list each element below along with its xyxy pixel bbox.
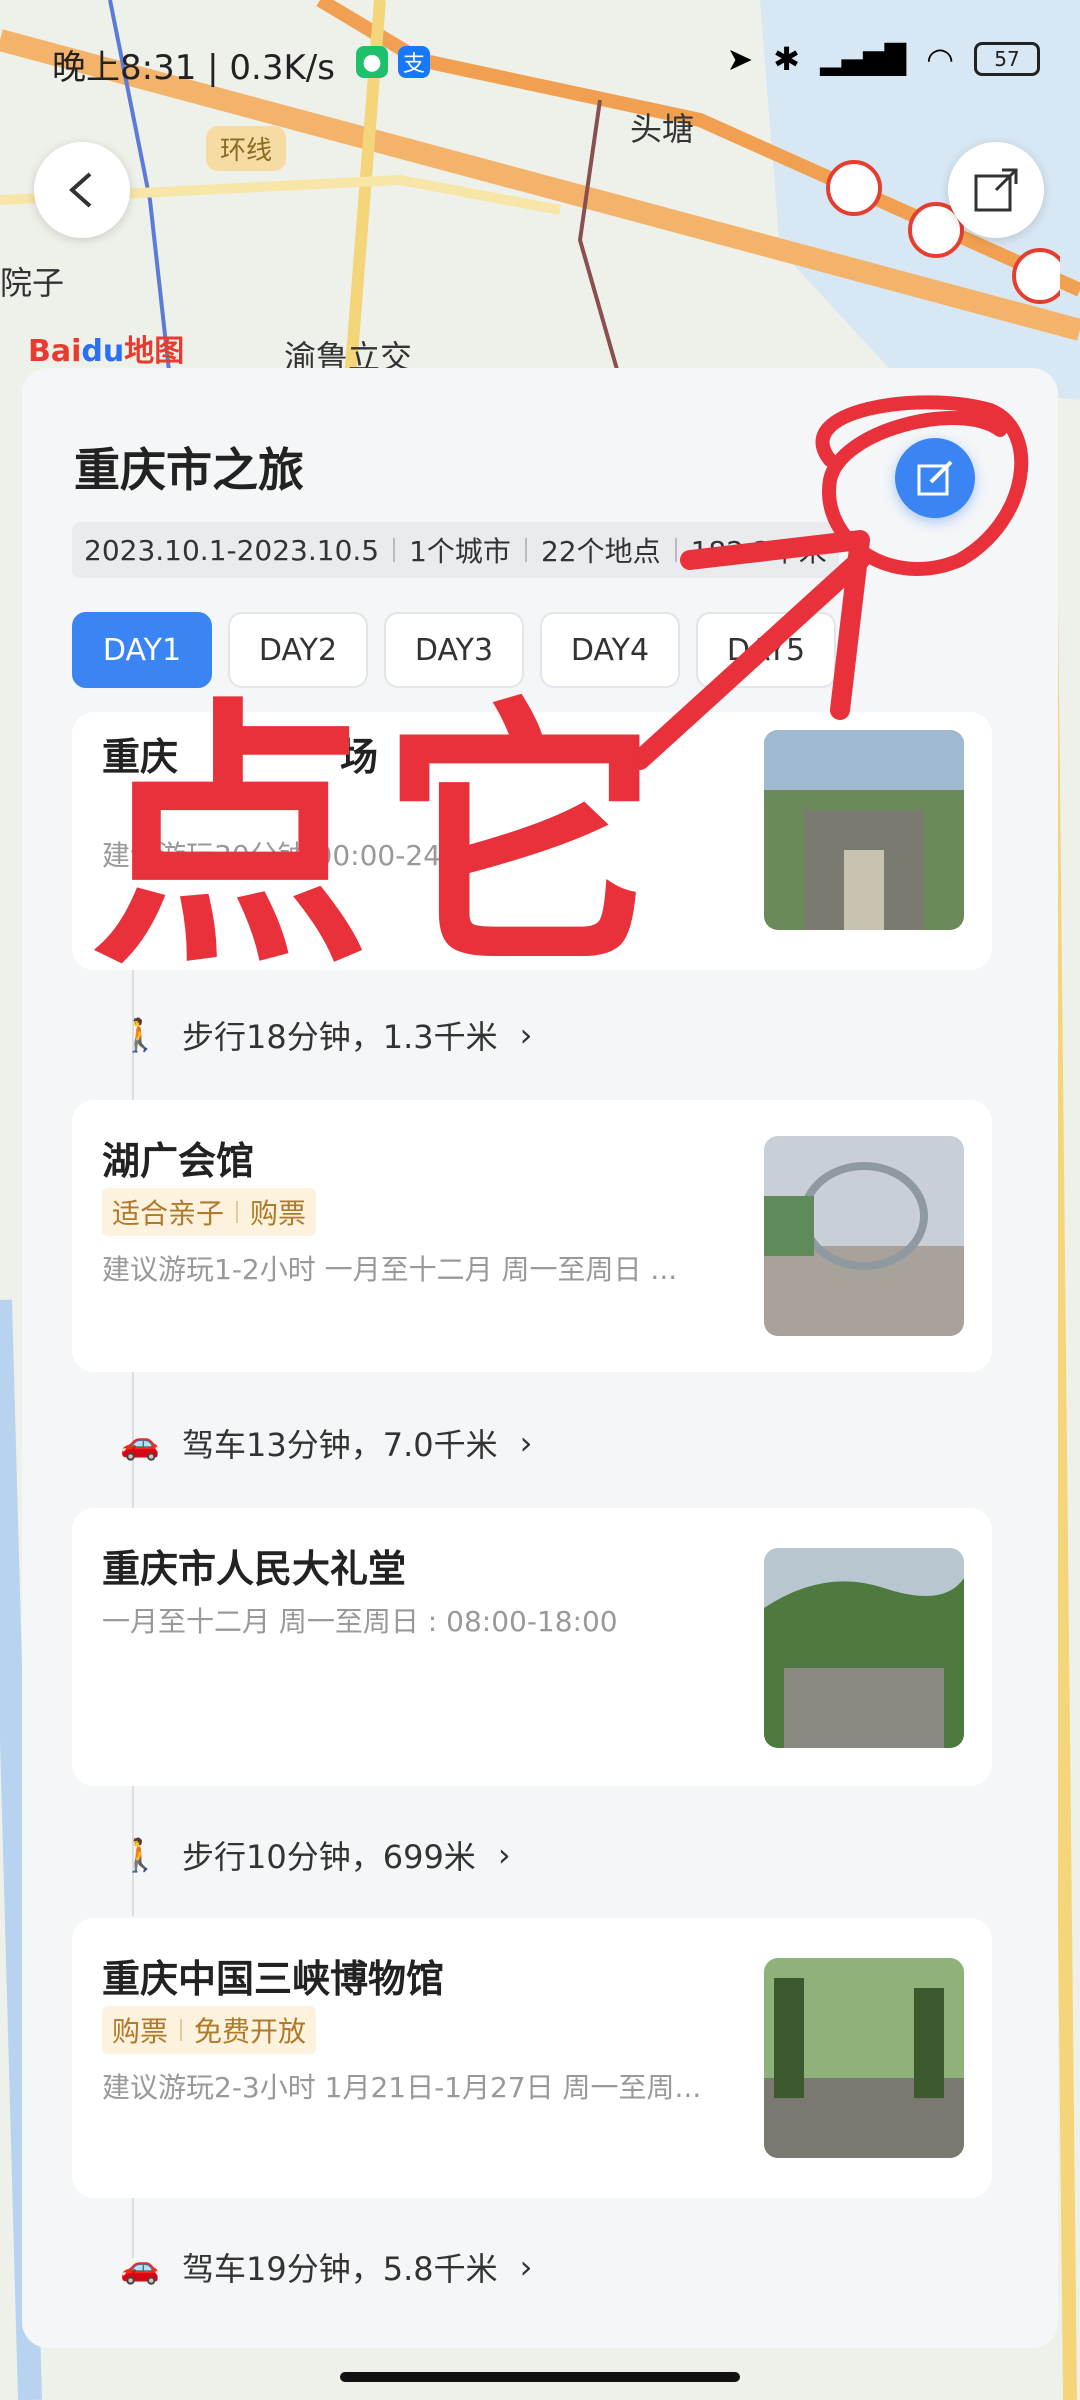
status-bar: 晚上8:31 | 0.3K/s ● 支 ➤ ✱ ▂▄▆█ ◠ 57 (0, 0, 1080, 130)
car-icon: 🚗 (120, 1424, 160, 1462)
place-tags: 适合亲子 购票 (102, 1188, 317, 1236)
wechat-icon: ● (356, 46, 388, 78)
trip-title: 重庆市之旅 (74, 443, 304, 497)
tab-day5[interactable]: DAY5 (696, 612, 836, 688)
tag: 适合亲子 (112, 1197, 225, 1230)
signal-icon: ▂▄▆█ (819, 42, 907, 76)
trip-places: 22个地点 (540, 535, 661, 568)
bluetooth-icon: ✱ (773, 40, 800, 78)
route-text: 步行18分钟，1.3千米 (182, 1018, 498, 1056)
notification-icons: ● 支 (356, 46, 430, 78)
share-icon (974, 168, 1018, 212)
divider (180, 2019, 183, 2041)
divider (236, 1201, 239, 1223)
place-name: 重庆市人民大礼堂 (102, 1547, 407, 1591)
baidu-map-logo: Baidu地图 (28, 326, 184, 370)
place-desc: 建议游玩1-2小时 一月至十二月 周一至周日 ... (102, 1253, 678, 1286)
place-photo (764, 730, 964, 930)
tag: 免费开放 (194, 2015, 307, 2048)
logo-part-a: Bai (28, 334, 82, 369)
status-time: 晚上8:31 | 0.3K/s (52, 48, 335, 88)
battery-icon: 57 (974, 42, 1040, 76)
car-icon: 🚗 (120, 2248, 160, 2286)
route-text: 驾车13分钟，7.0千米 (182, 1426, 498, 1464)
chevron-right-icon: › (497, 1836, 511, 1874)
tag: 购票 (250, 1197, 307, 1230)
place-photo (764, 1548, 964, 1748)
place-tags: 购票 免费开放 (102, 2006, 317, 2054)
chevron-right-icon: › (519, 1016, 533, 1054)
chevron-right-icon: › (519, 2248, 533, 2286)
place-card[interactable]: 湖广会馆 适合亲子 购票 建议游玩1-2小时 一月至十二月 周一至周日 ... (72, 1100, 992, 1372)
wifi-icon: ◠ (926, 40, 954, 78)
trip-distance: 182.3千米 (690, 535, 827, 568)
home-indicator[interactable] (340, 2372, 740, 2382)
share-button[interactable] (948, 142, 1044, 238)
walk-icon: 🚶 (120, 1016, 160, 1054)
route-segment[interactable]: 🚶 步行18分钟，1.3千米 › (120, 1012, 532, 1058)
chevron-left-icon (68, 172, 92, 208)
route-segment[interactable]: 🚶 步行10分钟，699米 › (120, 1832, 511, 1878)
route-text: 驾车19分钟，5.8千米 (182, 2250, 498, 2288)
place-name: 湖广会馆 (102, 1139, 255, 1183)
status-icons: ➤ ✱ ▂▄▆█ ◠ 57 (726, 40, 1040, 78)
place-photo (764, 1958, 964, 2158)
logo-part-b: du (81, 334, 125, 369)
chevron-right-icon: › (519, 1424, 533, 1462)
trip-meta: 2023.10.1-2023.10.5 1个城市 22个地点 182.3千米 (72, 522, 839, 578)
ring-road-label: 环线 (206, 126, 287, 171)
divider (524, 538, 527, 562)
divider (393, 538, 396, 562)
back-button[interactable] (34, 142, 130, 238)
annotation-text: 点它 (90, 677, 670, 1003)
divider (674, 538, 677, 562)
place-name: 重庆中国三峡博物馆 (102, 1957, 445, 2001)
place-desc: 一月至十二月 周一至周日 : 08:00-18:00 (102, 1605, 618, 1638)
walk-icon: 🚶 (120, 1836, 160, 1874)
route-segment[interactable]: 🚗 驾车19分钟，5.8千米 › (120, 2244, 532, 2290)
edge-label: 院子 (0, 264, 65, 302)
place-card[interactable]: 重庆中国三峡博物馆 购票 免费开放 建议游玩2-3小时 1月21日-1月27日 … (72, 1918, 992, 2198)
route-text: 步行10分钟，699米 (182, 1838, 476, 1876)
edit-trip-button[interactable] (895, 438, 975, 518)
alipay-icon: 支 (398, 46, 430, 78)
route-segment[interactable]: 🚗 驾车13分钟，7.0千米 › (120, 1420, 532, 1466)
place-photo (764, 1136, 964, 1336)
place-card[interactable]: 重庆市人民大礼堂 一月至十二月 周一至周日 : 08:00-18:00 (72, 1508, 992, 1786)
logo-part-c: 地图 (124, 334, 185, 369)
edit-icon (917, 460, 953, 496)
trip-dates: 2023.10.1-2023.10.5 (84, 533, 380, 567)
tag: 购票 (112, 2015, 169, 2048)
location-icon: ➤ (726, 40, 754, 78)
place-desc: 建议游玩2-3小时 1月21日-1月27日 周一至周... (102, 2071, 702, 2104)
trip-cities: 1个城市 (409, 535, 511, 568)
